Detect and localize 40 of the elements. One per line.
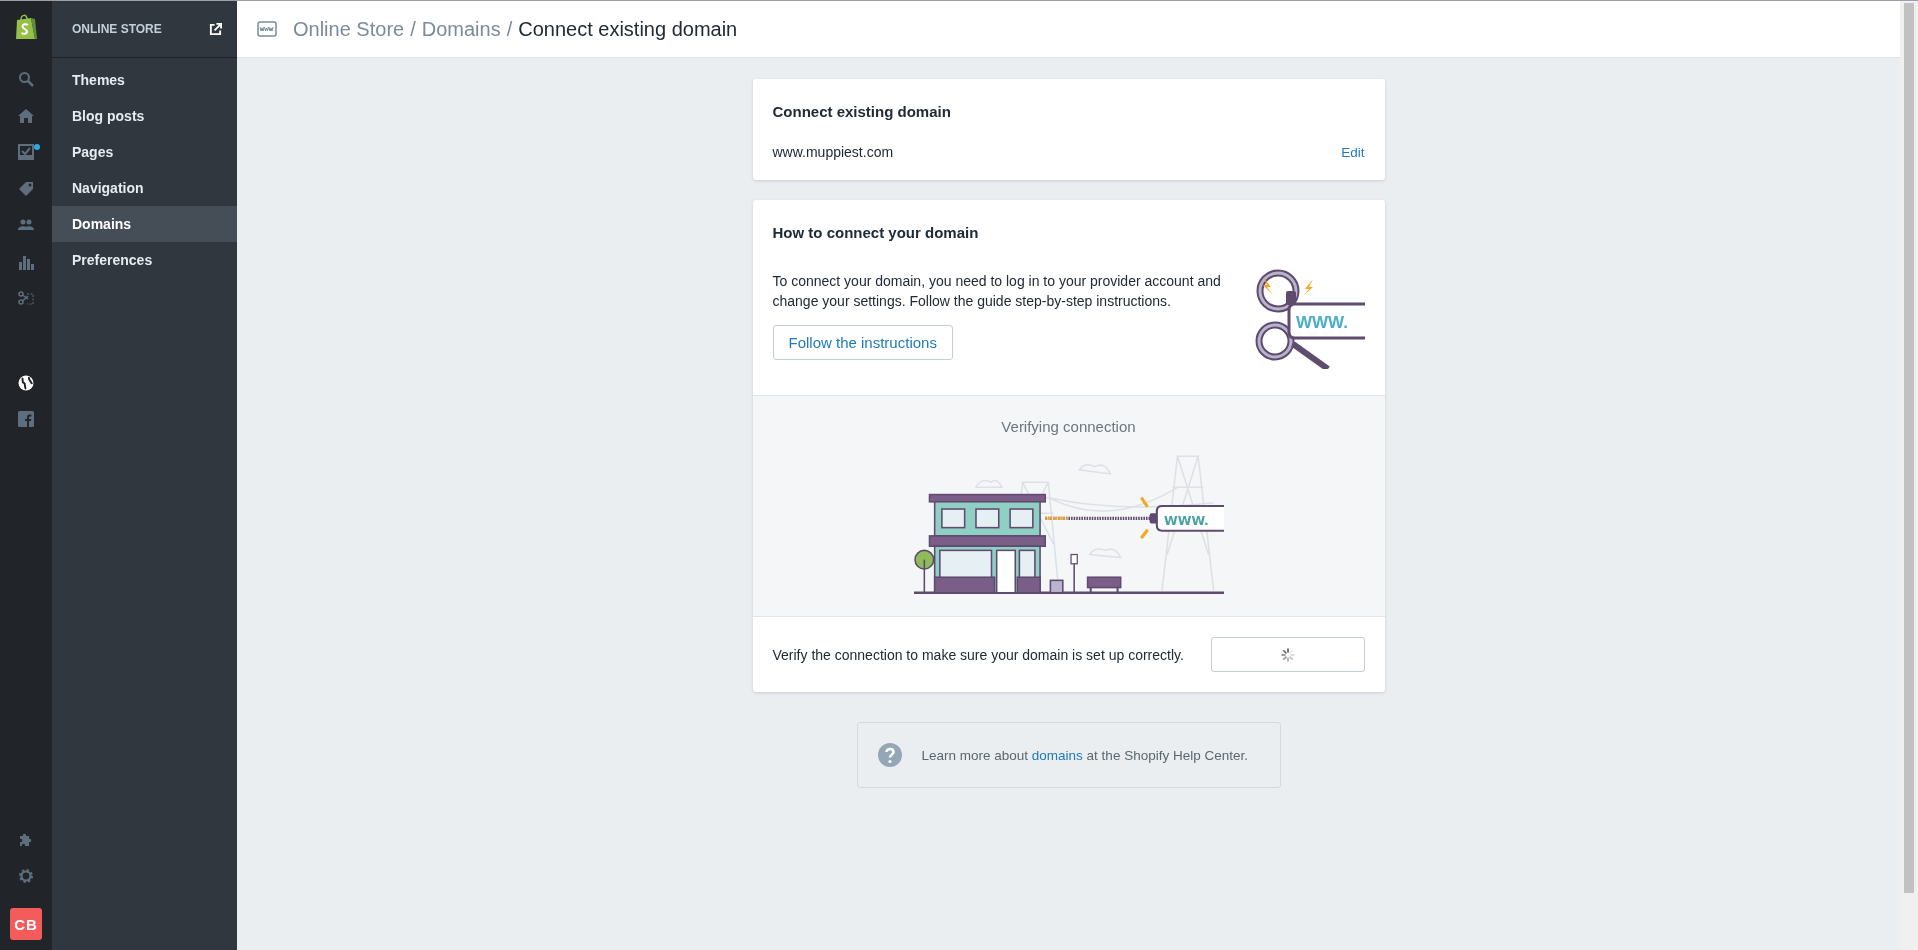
domains-link[interactable]: domains <box>1031 747 1083 763</box>
domain-name: www.muppiest.com <box>772 144 894 160</box>
loading-spinner-icon <box>1279 646 1296 663</box>
sidebar-item[interactable]: Themes <box>52 62 237 98</box>
breadcrumb-separator: / <box>410 17 416 41</box>
scrollbar[interactable] <box>1900 1 1918 950</box>
scissors-icon[interactable] <box>18 290 34 306</box>
verify-button[interactable] <box>1210 637 1365 672</box>
sidebar-item[interactable]: Preferences <box>52 242 237 278</box>
sidebar-title: ONLINE STORE <box>72 22 162 36</box>
people-icon[interactable] <box>18 217 34 233</box>
verify-text: Verify the connection to make sure your domain is set up correctly. <box>772 646 1184 663</box>
help-icon <box>877 743 902 767</box>
follow-instructions-button[interactable]: Follow the instructions <box>772 325 953 360</box>
instructions-text: To connect your domain, you need to log in to your provider account and change your settings. Follow the guide step-by-step instructions. <box>772 272 1222 311</box>
shopping-bag-logo-icon[interactable] <box>14 13 38 41</box>
external-link-icon[interactable] <box>209 22 222 36</box>
tag-icon[interactable] <box>18 180 34 197</box>
checkbox-tray-icon[interactable] <box>18 144 34 160</box>
verifying-heading: Verifying connection <box>1001 418 1136 435</box>
www-label: WWW. <box>1163 512 1209 528</box>
help-text: Learn more about domains at the Shopify Help Center. <box>921 747 1248 763</box>
sidebar-item[interactable]: Domains <box>52 206 237 242</box>
sidebar-item[interactable]: Blog posts <box>52 98 237 134</box>
sidebar-item[interactable]: Pages <box>52 134 237 170</box>
www-label: WWW. <box>1295 313 1348 332</box>
search-icon[interactable] <box>18 71 34 87</box>
home-icon[interactable] <box>18 107 34 124</box>
breadcrumb-separator: / <box>506 17 513 41</box>
sidebar-item[interactable]: Navigation <box>52 170 237 206</box>
card-title: Connect existing domain <box>772 102 952 120</box>
settings-icon[interactable] <box>18 867 34 884</box>
www-window-icon <box>257 21 277 37</box>
card-title: How to connect your domain <box>772 223 980 241</box>
bar-chart-icon[interactable] <box>18 253 34 270</box>
puzzle-piece-icon[interactable] <box>18 831 34 847</box>
edit-link[interactable]: Edit <box>1341 144 1365 160</box>
page-title: Connect existing domain <box>518 17 738 41</box>
globe-icon[interactable] <box>18 374 34 391</box>
facebook-icon[interactable] <box>18 411 34 427</box>
